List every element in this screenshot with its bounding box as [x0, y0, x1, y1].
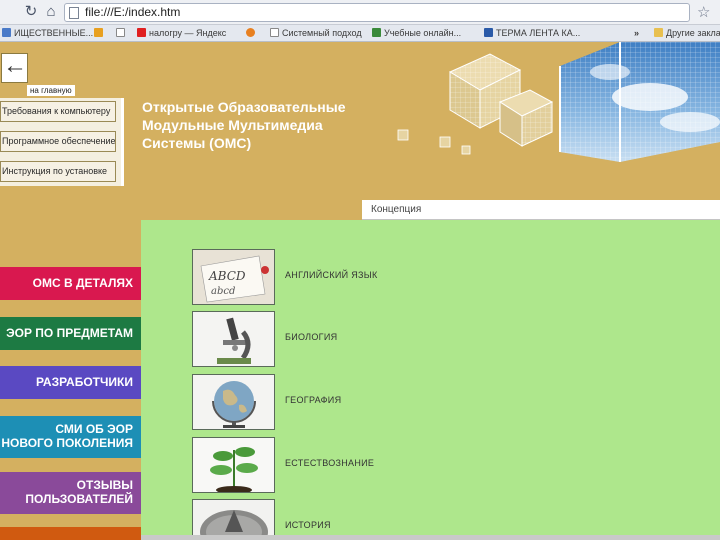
bookmark-favicon-icon: [94, 28, 103, 37]
arrow-left-icon: ←: [3, 52, 27, 79]
subject-label[interactable]: АНГЛИЙСКИЙ ЯЗЫК: [285, 270, 378, 280]
url-text: file:///E:/index.htm: [85, 5, 181, 19]
nav-partial-button[interactable]: [0, 527, 141, 540]
sundial-icon[interactable]: [192, 499, 275, 540]
bookmark-favicon-icon: [484, 28, 493, 37]
nav-media-label-line1: СМИ ОБ ЭОР: [55, 422, 133, 436]
back-to-home-button[interactable]: ←: [1, 52, 28, 83]
page-icon: [270, 28, 279, 37]
sprout-icon[interactable]: [192, 437, 275, 493]
nav-media-button[interactable]: СМИ ОБ ЭОР НОВОГО ПОКОЛЕНИЯ: [0, 416, 141, 458]
site-title: Открытые Образовательные Модульные Мульт…: [142, 98, 382, 152]
bookmark-item[interactable]: [116, 27, 128, 40]
subject-label[interactable]: ИСТОРИЯ: [285, 520, 331, 530]
subject-label[interactable]: ГЕОГРАФИЯ: [285, 395, 341, 405]
bookmark-favicon-icon: [372, 28, 381, 37]
nav-oms-details-button[interactable]: ОМС В ДЕТАЛЯХ: [0, 267, 141, 300]
nav-reviews-label-line2: ПОЛЬЗОВАТЕЛЕЙ: [25, 492, 133, 506]
concept-tab[interactable]: Концепция: [362, 200, 720, 220]
yandex-icon: [137, 28, 146, 37]
bookmark-favicon-icon: [246, 28, 255, 37]
subjects-panel: ABCD abcd АНГЛИЙСКИЙ ЯЗЫК БИОЛОГИЯ ГЕОГР…: [141, 220, 720, 540]
folder-icon: [654, 28, 663, 37]
nav-reviews-button[interactable]: ОТЗЫВЫ ПОЛЬЗОВАТЕЛЕЙ: [0, 472, 141, 514]
menu-item-requirements[interactable]: Требования к компьютеру: [0, 101, 116, 122]
header-cubes-graphic: [397, 42, 720, 162]
home-icon[interactable]: ⌂: [42, 3, 60, 21]
bookmark-item[interactable]: ИЩЕСТВЕННЫЕ...: [2, 27, 93, 40]
site-title-line: Открытые Образовательные: [142, 99, 346, 115]
other-bookmarks-button[interactable]: Другие закладки: [654, 27, 720, 40]
nav-eor-subjects-button[interactable]: ЭОР ПО ПРЕДМЕТАМ: [0, 317, 141, 350]
bookmark-item[interactable]: ТЕРМА ЛЕНТА КА...: [484, 27, 580, 40]
browser-toolbar: ↻ ⌂ file:///E:/index.htm ☆: [0, 0, 720, 25]
top-info-menu: Требования к компьютеру Программное обес…: [0, 98, 124, 186]
microscope-icon[interactable]: [192, 311, 275, 367]
subject-row-biology[interactable]: БИОЛОГИЯ: [192, 311, 592, 367]
nav-developers-button[interactable]: РАЗРАБОТЧИКИ: [0, 366, 141, 399]
nav-media-label-line2: НОВОГО ПОКОЛЕНИЯ: [1, 436, 133, 450]
reload-icon[interactable]: ↻: [22, 3, 40, 21]
subject-label[interactable]: БИОЛОГИЯ: [285, 332, 337, 342]
page-icon: [69, 7, 79, 19]
bookmarks-overflow-button[interactable]: »: [634, 27, 639, 40]
subject-label[interactable]: ЕСТЕСТВОЗНАНИЕ: [285, 458, 374, 468]
bookmark-favicon-icon: [2, 28, 11, 37]
bookmark-star-icon[interactable]: ☆: [697, 3, 710, 21]
site-title-line: Модульные Мультимедиа: [142, 117, 323, 133]
horizontal-scrollbar[interactable]: [141, 535, 720, 540]
bookmark-item[interactable]: [246, 27, 258, 40]
address-bar[interactable]: file:///E:/index.htm: [64, 3, 690, 22]
menu-item-installation[interactable]: Инструкция по установке: [0, 161, 116, 182]
site-title-line: Системы (ОМС): [142, 135, 252, 151]
page-viewport: ← на главную Требования к компьютеру Про…: [0, 42, 720, 540]
nav-reviews-label-line1: ОТЗЫВЫ: [76, 478, 133, 492]
bookmarks-bar: ИЩЕСТВЕННЫЕ... налогру — Яндекс Системны…: [0, 25, 720, 42]
back-to-home-label[interactable]: на главную: [27, 85, 75, 96]
svg-text:abcd: abcd: [211, 286, 235, 297]
bookmark-item[interactable]: Системный подход: [270, 27, 362, 40]
subject-row-history[interactable]: ИСТОРИЯ: [192, 499, 592, 540]
bookmark-item[interactable]: [94, 27, 106, 40]
bookmark-item[interactable]: налогру — Яндекс: [137, 27, 226, 40]
page-icon: [116, 28, 125, 37]
subject-row-science[interactable]: ЕСТЕСТВОЗНАНИЕ: [192, 437, 592, 493]
globe-icon[interactable]: [192, 374, 275, 430]
bookmark-item[interactable]: Учебные онлайн...: [372, 27, 461, 40]
subject-row-english[interactable]: ABCD abcd АНГЛИЙСКИЙ ЯЗЫК: [192, 249, 592, 305]
alphabet-card-icon[interactable]: ABCD abcd: [192, 249, 275, 305]
subject-row-geography[interactable]: ГЕОГРАФИЯ: [192, 374, 592, 430]
svg-text:ABCD: ABCD: [208, 269, 246, 283]
menu-item-software[interactable]: Программное обеспечение: [0, 131, 116, 152]
